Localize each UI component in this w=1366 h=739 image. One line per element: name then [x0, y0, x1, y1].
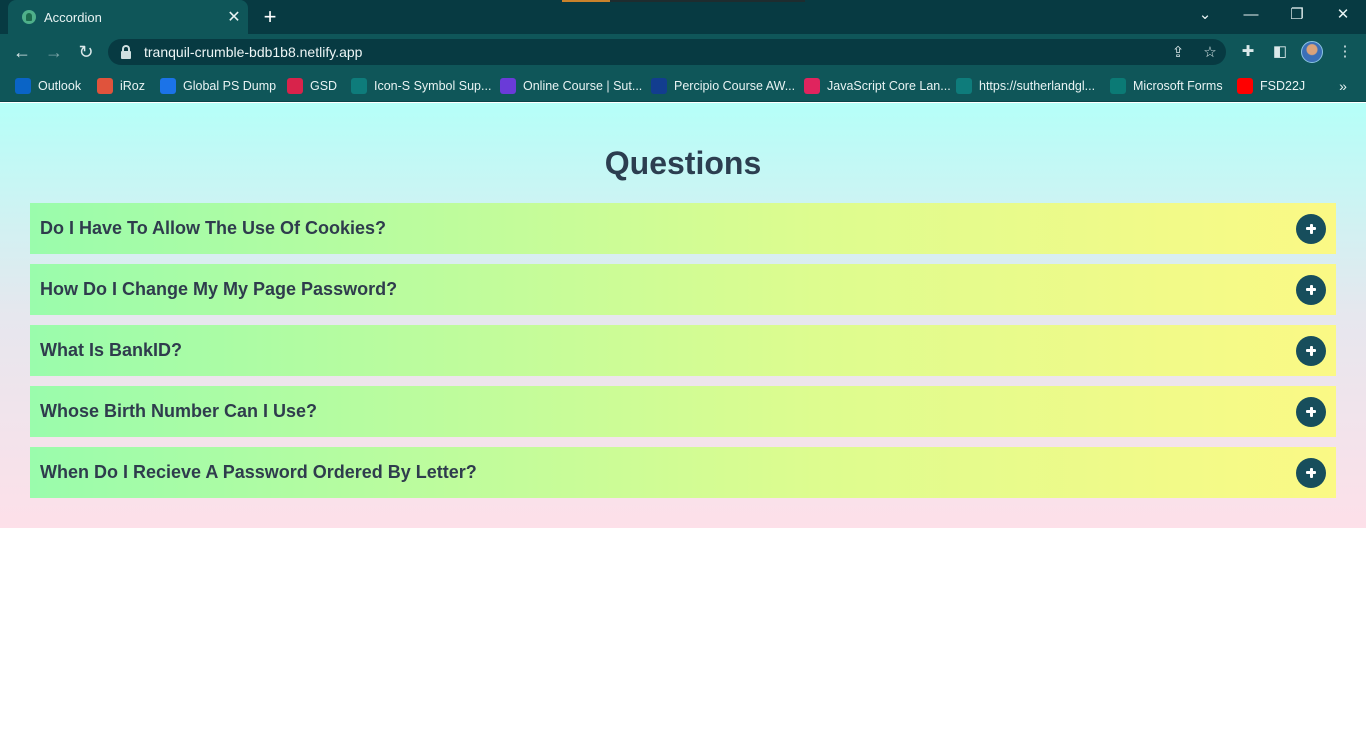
browser-tab[interactable]: Accordion ✕ — [8, 0, 248, 34]
bookmarks-overflow-icon[interactable]: » — [1332, 76, 1354, 96]
restore-button[interactable]: ❐ — [1274, 0, 1320, 30]
forward-arrow-icon[interactable]: → — [40, 39, 68, 65]
browser-titlebar: Accordion ✕ + ⌄ — ❐ ✕ — [0, 0, 1366, 34]
share-icon[interactable]: ⇪ — [1162, 43, 1194, 61]
back-arrow-icon[interactable]: ← — [8, 39, 36, 65]
browser-menu-icon[interactable]: ⋮ — [1331, 39, 1359, 65]
plus-icon[interactable] — [1296, 396, 1326, 427]
bookmark-online-course[interactable]: Online Course | Sut... — [500, 76, 642, 96]
bookmark-percipio[interactable]: Percipio Course AW... — [651, 76, 795, 96]
tab-close-icon[interactable]: ✕ — [220, 7, 248, 27]
bookmark-global-ps-dump[interactable]: Global PS Dump — [160, 76, 276, 96]
address-bar[interactable]: tranquil-crumble-bdb1b8.netlify.app ⇪ ☆ — [108, 39, 1226, 65]
bookmark-microsoft-forms[interactable]: Microsoft Forms — [1110, 76, 1223, 96]
question-text: Do I Have To Allow The Use Of Cookies? — [40, 218, 387, 238]
bookmark-outlook[interactable]: Outlook — [15, 76, 81, 96]
iroz-icon — [97, 78, 113, 94]
close-window-button[interactable]: ✕ — [1320, 0, 1366, 30]
sharepoint-icon — [956, 78, 972, 94]
sharepoint-icon — [351, 78, 367, 94]
tab-favicon-icon — [22, 10, 36, 24]
plus-icon[interactable] — [1296, 274, 1326, 305]
course-icon — [500, 78, 516, 94]
accordion-item[interactable]: What Is BankID? — [30, 325, 1336, 376]
question-text: Whose Birth Number Can I Use? — [40, 401, 318, 421]
gsd-icon — [287, 78, 303, 94]
tab-strip-accent — [562, 0, 610, 2]
global-ps-icon — [160, 78, 176, 94]
lock-icon[interactable] — [120, 45, 132, 59]
browser-toolbar: ← → ↻ tranquil-crumble-bdb1b8.netlify.ap… — [0, 34, 1366, 70]
forms-icon — [1110, 78, 1126, 94]
bookmark-javascript-core[interactable]: JavaScript Core Lan... — [804, 76, 951, 96]
tab-strip-divider — [610, 0, 805, 2]
javascript-icon — [804, 78, 820, 94]
page-viewport: Questions Do I Have To Allow The Use Of … — [0, 103, 1366, 739]
plus-icon[interactable] — [1296, 335, 1326, 366]
question-text: How Do I Change My My Page Password? — [40, 279, 398, 299]
reload-icon[interactable]: ↻ — [72, 39, 100, 65]
page-title: Questions — [604, 145, 762, 181]
bookmark-iroz[interactable]: iRoz — [97, 76, 145, 96]
bookmark-fsd22j[interactable]: FSD22J — [1237, 76, 1305, 96]
outlook-icon — [15, 78, 31, 94]
bookmark-icon-s-symbol[interactable]: Icon-S Symbol Sup... — [351, 76, 491, 96]
bookmark-gsd[interactable]: GSD — [287, 76, 337, 96]
youtube-icon — [1237, 78, 1253, 94]
tab-title: Accordion — [44, 9, 102, 25]
accordion-item[interactable]: When Do I Recieve A Password Ordered By … — [30, 447, 1336, 498]
percipio-icon — [651, 78, 667, 94]
bookmark-star-icon[interactable]: ☆ — [1194, 43, 1226, 61]
bookmarks-bar: Outlook iRoz Global PS Dump GSD Icon-S S… — [0, 70, 1366, 102]
accordion-item[interactable]: Whose Birth Number Can I Use? — [30, 386, 1336, 437]
extensions-puzzle-icon[interactable]: ✚ — [1234, 39, 1262, 65]
bookmark-sutherland[interactable]: https://sutherlandgl... — [956, 76, 1095, 96]
side-panel-icon[interactable]: ◧ — [1266, 39, 1294, 65]
profile-avatar[interactable] — [1301, 41, 1323, 63]
question-text: What Is BankID? — [40, 340, 183, 360]
url-text[interactable]: tranquil-crumble-bdb1b8.netlify.app — [144, 44, 1162, 60]
plus-icon[interactable] — [1296, 213, 1326, 244]
accordion-item[interactable]: Do I Have To Allow The Use Of Cookies? — [30, 203, 1336, 254]
new-tab-button[interactable]: + — [256, 4, 284, 30]
plus-icon[interactable] — [1296, 457, 1326, 488]
question-text: When Do I Recieve A Password Ordered By … — [40, 462, 477, 482]
tab-search-chevron-down-icon[interactable]: ⌄ — [1182, 0, 1228, 30]
accordion-section: Questions Do I Have To Allow The Use Of … — [0, 103, 1366, 528]
accordion-item[interactable]: How Do I Change My My Page Password? — [30, 264, 1336, 315]
minimize-button[interactable]: — — [1228, 0, 1274, 30]
